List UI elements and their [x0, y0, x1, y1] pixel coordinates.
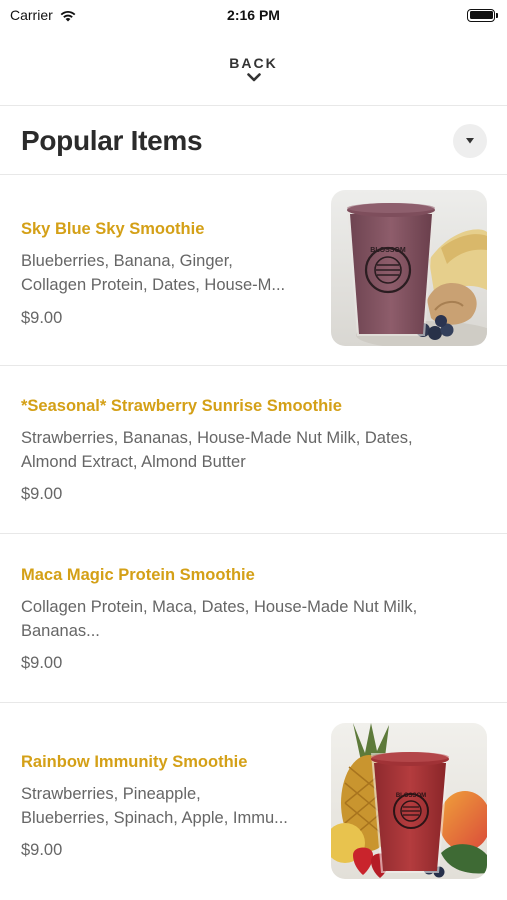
- item-description: Strawberries, Bananas, House-Made Nut Mi…: [21, 426, 413, 474]
- item-price: $9.00: [21, 654, 63, 672]
- menu-item[interactable]: Sky Blue Sky Smoothie Blueberries, Banan…: [0, 175, 507, 366]
- carrier-label: Carrier: [10, 7, 53, 23]
- item-price: $9.00: [21, 841, 63, 859]
- menu-item[interactable]: *Seasonal* Strawberry Sunrise Smoothie S…: [0, 366, 507, 534]
- item-photo: BLOSSOM: [331, 190, 487, 346]
- menu-item[interactable]: Rainbow Immunity Smoothie Strawberries, …: [0, 703, 507, 900]
- section-header: Popular Items: [0, 107, 507, 175]
- cup-logo-text: BLOSSOM: [396, 793, 426, 799]
- item-description: Collagen Protein, Maca, Dates, House-Mad…: [21, 595, 417, 643]
- item-description: Blueberries, Banana, Ginger, Collagen Pr…: [21, 249, 285, 297]
- battery-icon: [467, 8, 498, 22]
- wifi-icon: [60, 10, 76, 21]
- section-title: Popular Items: [21, 124, 203, 156]
- chevron-down-icon: [246, 73, 261, 82]
- menu-item[interactable]: Maca Magic Protein Smoothie Collagen Pro…: [0, 534, 507, 703]
- item-description-line: Collagen Protein, Dates, House-M...: [21, 276, 286, 294]
- battery-fill: [469, 11, 493, 19]
- item-description: Strawberries, Pineapple, Blueberries, Sp…: [21, 782, 288, 830]
- item-description-line: Blueberries, Banana, Ginger,: [21, 252, 233, 270]
- back-button[interactable]: BACK: [0, 30, 507, 106]
- caret-down-icon: [466, 137, 474, 143]
- item-description-line: Strawberries, Bananas, House-Made Nut Mi…: [21, 429, 413, 447]
- item-description-line: Collagen Protein, Maca, Dates, House-Mad…: [21, 598, 418, 616]
- item-name: Sky Blue Sky Smoothie: [21, 220, 205, 238]
- back-label: BACK: [229, 55, 278, 71]
- item-name: Maca Magic Protein Smoothie: [21, 566, 255, 584]
- item-price: $9.00: [21, 309, 63, 327]
- item-description-line: Bananas...: [21, 622, 100, 640]
- cup-logo-text: BLOSSOM: [370, 247, 406, 254]
- item-description-line: Almond Extract, Almond Butter: [21, 453, 246, 471]
- item-name: *Seasonal* Strawberry Sunrise Smoothie: [21, 397, 342, 415]
- item-description-line: Blueberries, Spinach, Apple, Immu...: [21, 809, 288, 827]
- status-bar: Carrier 2:16 PM: [0, 0, 507, 30]
- section-dropdown-button[interactable]: [453, 123, 487, 158]
- item-price: $9.00: [21, 485, 63, 503]
- item-photo: BLOSSOM: [331, 723, 487, 879]
- status-left: Carrier: [10, 7, 77, 23]
- item-description-line: Strawberries, Pineapple,: [21, 785, 201, 803]
- item-name: Rainbow Immunity Smoothie: [21, 753, 248, 771]
